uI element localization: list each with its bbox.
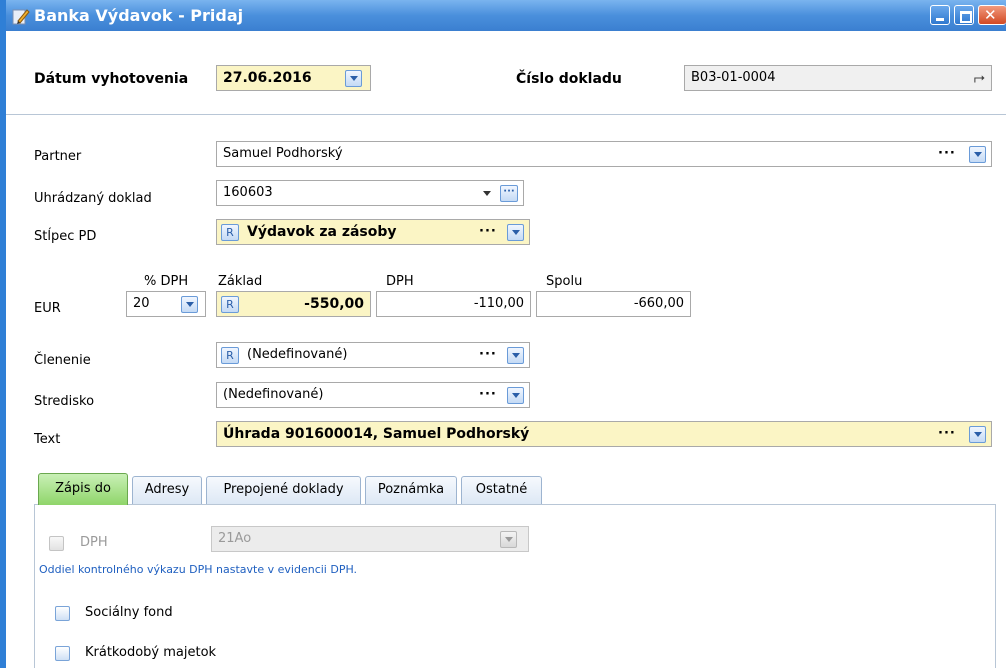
tab-adresy[interactable]: Adresy xyxy=(132,476,202,504)
doc-number-field[interactable]: B03-01-0004 ⮣ xyxy=(684,65,992,91)
maximize-button[interactable] xyxy=(954,5,974,25)
vat-section-field[interactable]: 21Ao xyxy=(211,526,529,552)
base-field[interactable]: R -550,00 xyxy=(216,291,371,317)
total-header: Spolu xyxy=(546,274,583,289)
vat-section-dropdown-icon[interactable] xyxy=(500,531,517,548)
vat-pct-field[interactable]: 20 xyxy=(126,291,206,317)
partner-dropdown-icon[interactable] xyxy=(969,146,986,163)
partner-more-icon[interactable]: ··· xyxy=(938,142,956,166)
column-more-icon[interactable]: ··· xyxy=(479,220,497,244)
date-value: 27.06.2016 xyxy=(223,70,312,86)
tab-prepojene-doklady[interactable]: Prepojené doklady xyxy=(206,476,361,504)
breakdown-label: Členenie xyxy=(34,353,91,368)
center-label: Stredisko xyxy=(34,394,95,409)
vat-value: -110,00 xyxy=(473,296,524,311)
paid-doc-browse-button[interactable]: ··· xyxy=(500,185,518,202)
vat-pct-value: 20 xyxy=(133,296,150,311)
doc-number-value: B03-01-0004 xyxy=(691,70,776,85)
paid-doc-chevron-down-icon[interactable] xyxy=(483,191,491,196)
paid-doc-label: Uhrádzaný doklad xyxy=(34,191,152,206)
center-value: (Nedefinované) xyxy=(223,387,324,402)
breakdown-dropdown-icon[interactable] xyxy=(507,347,524,364)
tab-zapis-do[interactable]: Zápis do xyxy=(38,473,128,505)
text-field[interactable]: Úhrada 901600014, Samuel Podhorský ··· xyxy=(216,421,992,447)
total-field[interactable]: -660,00 xyxy=(536,291,691,317)
total-value: -660,00 xyxy=(633,296,684,311)
text-dropdown-icon[interactable] xyxy=(969,426,986,443)
minimize-button[interactable] xyxy=(930,5,950,25)
paid-doc-value: 160603 xyxy=(223,185,273,200)
center-field[interactable]: (Nedefinované) ··· xyxy=(216,382,530,408)
text-label: Text xyxy=(34,432,61,447)
vat-checkbox-label: DPH xyxy=(80,535,108,550)
title-bar[interactable]: Banka Výdavok - Pridaj xyxy=(6,0,1006,31)
column-dropdown-icon[interactable] xyxy=(507,224,524,241)
social-fund-label: Sociálny fond xyxy=(85,605,173,620)
vat-pct-dropdown-icon[interactable] xyxy=(181,296,198,313)
short-term-label: Krátkodobý majetok xyxy=(85,645,217,660)
base-r-badge-icon: R xyxy=(221,296,239,313)
text-more-icon[interactable]: ··· xyxy=(938,422,956,446)
date-dropdown-icon[interactable] xyxy=(345,70,362,87)
paid-doc-field[interactable]: 160603 ··· xyxy=(216,180,524,206)
r-badge-icon: R xyxy=(221,224,239,241)
doc-number-label: Číslo dokladu xyxy=(516,71,622,87)
date-label: Dátum vyhotovenia xyxy=(34,71,189,87)
text-value: Úhrada 901600014, Samuel Podhorský xyxy=(223,426,530,442)
tab-panel: DPH 21Ao Oddiel kontrolného výkazu DPH n… xyxy=(34,504,996,668)
close-button[interactable] xyxy=(978,5,1006,25)
breakdown-value: (Nedefinované) xyxy=(247,347,348,362)
currency-label: EUR xyxy=(34,301,61,316)
vat-note: Oddiel kontrolného výkazu DPH nastavte v… xyxy=(39,563,358,576)
partner-label: Partner xyxy=(34,149,82,164)
date-field[interactable]: 27.06.2016 xyxy=(216,65,371,91)
column-field[interactable]: R Výdavok za zásoby ··· xyxy=(216,219,530,245)
center-dropdown-icon[interactable] xyxy=(507,387,524,404)
vat-field[interactable]: -110,00 xyxy=(376,291,531,317)
short-term-checkbox[interactable] xyxy=(55,646,70,661)
vat-pct-header: % DPH xyxy=(144,274,189,289)
vat-header: DPH xyxy=(386,274,414,289)
social-fund-checkbox[interactable] xyxy=(55,606,70,621)
partner-field[interactable]: Samuel Podhorský ··· xyxy=(216,141,992,167)
breakdown-r-badge-icon: R xyxy=(221,347,239,364)
pencil-icon xyxy=(12,9,30,25)
tab-ostatne[interactable]: Ostatné xyxy=(461,476,542,504)
window-title: Banka Výdavok - Pridaj xyxy=(34,6,244,25)
tab-poznamka[interactable]: Poznámka xyxy=(365,476,457,504)
vat-section-value: 21Ao xyxy=(218,531,252,546)
refresh-icon[interactable]: ⮣ xyxy=(974,66,985,90)
base-header: Základ xyxy=(218,274,263,289)
vat-checkbox[interactable] xyxy=(49,536,64,551)
column-label: Stĺpec PD xyxy=(34,229,97,244)
document-header: Dátum vyhotovenia 27.06.2016 Číslo dokla… xyxy=(6,31,1006,115)
center-more-icon[interactable]: ··· xyxy=(479,383,497,407)
dialog-window: Banka Výdavok - Pridaj Dátum vyhotovenia… xyxy=(0,0,1006,668)
breakdown-more-icon[interactable]: ··· xyxy=(479,343,497,367)
partner-value: Samuel Podhorský xyxy=(223,146,343,161)
base-value: -550,00 xyxy=(304,296,364,312)
column-value: Výdavok za zásoby xyxy=(247,224,397,240)
breakdown-field[interactable]: R (Nedefinované) ··· xyxy=(216,342,530,368)
